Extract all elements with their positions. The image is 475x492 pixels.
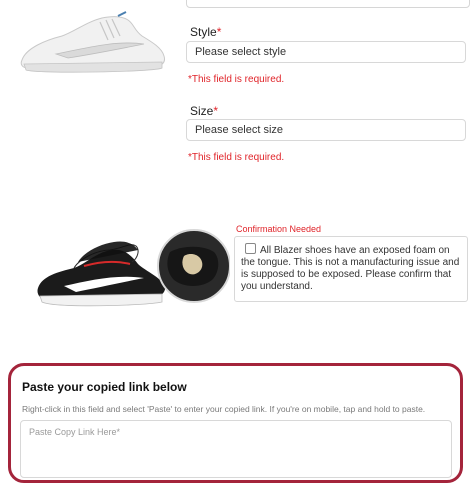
- order-form-page: Style* Please select style *This field i…: [0, 0, 475, 492]
- confirmation-box: All Blazer shoes have an exposed foam on…: [234, 236, 468, 302]
- style-select-value: Please select style: [195, 46, 287, 58]
- previous-field-input[interactable]: [186, 0, 470, 8]
- style-required-mark: *: [216, 25, 222, 39]
- confirmation-text: All Blazer shoes have an exposed foam on…: [241, 245, 460, 292]
- size-select[interactable]: Please select size: [186, 119, 466, 141]
- style-select[interactable]: Please select style: [186, 41, 466, 63]
- paste-link-title: Paste your copied link below: [22, 380, 187, 394]
- sneaker-white-icon: [20, 11, 165, 73]
- paste-link-input[interactable]: [20, 420, 452, 478]
- style-error: *This field is required.: [188, 74, 285, 85]
- size-error: *This field is required.: [188, 152, 285, 163]
- style-label: Style*: [190, 25, 222, 39]
- sneaker-black-pair-icon: [37, 229, 230, 307]
- paste-link-description: Right-click in this field and select 'Pa…: [22, 404, 426, 414]
- size-required-mark: *: [213, 104, 219, 118]
- size-label: Size*: [190, 104, 219, 118]
- size-select-value: Please select size: [195, 124, 284, 136]
- confirmation-heading: Confirmation Needed: [236, 224, 322, 234]
- confirm-checkbox[interactable]: [245, 243, 256, 254]
